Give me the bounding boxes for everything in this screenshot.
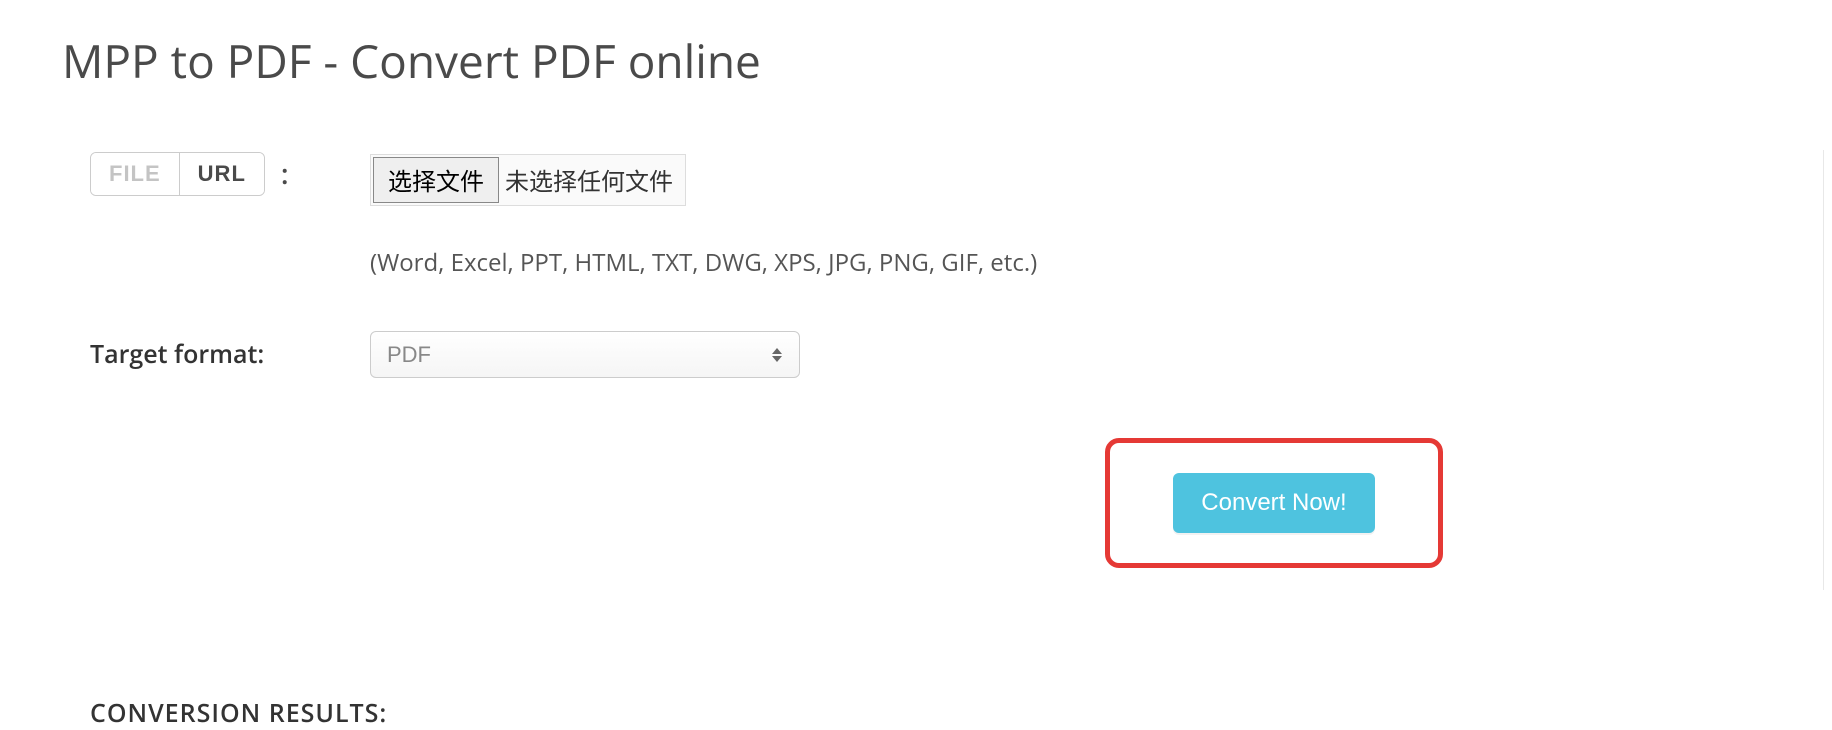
supported-formats-hint: (Word, Excel, PPT, HTML, TXT, DWG, XPS, … — [370, 246, 1037, 279]
right-divider — [1823, 150, 1824, 590]
file-tab-button[interactable]: FILE — [91, 153, 179, 195]
target-row: Target format: PDF — [90, 329, 1832, 378]
source-toggle-group: FILE URL — [90, 152, 265, 196]
target-format-label: Target format: — [90, 337, 264, 371]
target-format-select[interactable]: PDF — [370, 331, 800, 378]
target-input-col: PDF — [370, 329, 800, 378]
choose-file-button[interactable]: 选择文件 — [373, 157, 499, 203]
conversion-results-heading: CONVERSION RESULTS: — [90, 696, 387, 730]
convert-now-button[interactable]: Convert Now! — [1173, 473, 1374, 533]
source-row: FILE URL : 选择文件 未选择任何文件 (Word, Excel, PP… — [90, 152, 1832, 279]
page-title: MPP to PDF - Convert PDF online — [0, 0, 1832, 92]
no-file-selected-text: 未选择任何文件 — [503, 162, 685, 198]
convert-highlight-box: Convert Now! — [1105, 438, 1443, 568]
conversion-form: FILE URL : 选择文件 未选择任何文件 (Word, Excel, PP… — [0, 92, 1832, 378]
format-select-wrap: PDF — [370, 331, 800, 378]
source-label-col: FILE URL : — [90, 152, 370, 196]
target-label-col: Target format: — [90, 337, 370, 371]
colon-label: : — [281, 155, 289, 193]
file-picker: 选择文件 未选择任何文件 — [370, 154, 686, 206]
source-input-col: 选择文件 未选择任何文件 (Word, Excel, PPT, HTML, TX… — [370, 152, 1037, 279]
url-tab-button[interactable]: URL — [179, 153, 264, 195]
